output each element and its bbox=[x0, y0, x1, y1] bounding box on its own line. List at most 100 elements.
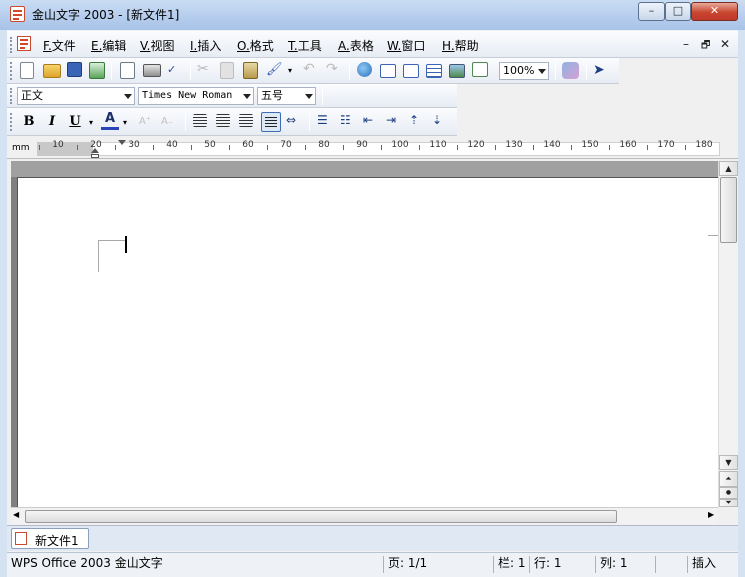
doc-restore-button[interactable]: 🗗 bbox=[701, 38, 710, 55]
hyperlink-icon[interactable] bbox=[357, 62, 372, 77]
previous-page-button[interactable]: ⏶ bbox=[719, 471, 738, 487]
distributed-align-icon[interactable]: ⇔ bbox=[286, 114, 304, 131]
scroll-up-button[interactable]: ▲ bbox=[719, 161, 738, 176]
bullet-list-icon[interactable]: ☰ bbox=[317, 114, 335, 131]
insert-object-icon[interactable] bbox=[472, 62, 488, 77]
next-page-button[interactable]: ⏷ bbox=[719, 499, 738, 507]
close-button[interactable]: ✕ bbox=[691, 2, 738, 21]
open-folder-icon[interactable] bbox=[43, 64, 61, 78]
new-document-icon[interactable] bbox=[20, 62, 34, 79]
insert-table-icon[interactable] bbox=[426, 64, 442, 78]
ruler-tick bbox=[39, 145, 40, 150]
ruler-tick bbox=[495, 145, 496, 150]
doc-minimize-button[interactable]: – bbox=[683, 37, 689, 51]
toolbar-grip[interactable] bbox=[10, 88, 13, 104]
underline-button[interactable]: U bbox=[66, 114, 84, 129]
paste-icon[interactable] bbox=[243, 62, 258, 79]
chevron-down-icon[interactable]: ▾ bbox=[288, 62, 296, 79]
horizontal-scroll-thumb[interactable] bbox=[25, 510, 617, 523]
toolbar-grip[interactable] bbox=[10, 113, 13, 131]
undo-icon[interactable]: ↶ bbox=[303, 62, 321, 79]
scroll-right-button[interactable]: ▶ bbox=[708, 510, 714, 519]
drawing-tools-icon[interactable] bbox=[562, 62, 579, 79]
spell-check-icon[interactable]: ✓ bbox=[167, 62, 185, 79]
justify-button[interactable] bbox=[261, 112, 281, 132]
vertical-scrollbar[interactable]: ▲ ▼ ⏶ ● ⏷ bbox=[718, 161, 738, 507]
align-left-icon[interactable] bbox=[193, 114, 207, 127]
document-icon[interactable] bbox=[17, 36, 31, 51]
justify-icon bbox=[265, 117, 277, 128]
cut-icon[interactable]: ✂ bbox=[197, 62, 215, 79]
menu-format[interactable]: O.格式 bbox=[237, 37, 274, 54]
zoom-select[interactable]: 100% bbox=[499, 62, 549, 80]
menu-bar: F.文件 E.编辑 V.视图 I.插入 O.格式 T.工具 A.表格 W.窗口 … bbox=[7, 31, 738, 58]
paragraph-toolbar: B I U ▾ A ▾ A⁺ A₋ ⇔ ☰ ☷ ⇤ ⇥ ⇡ ⇣ bbox=[7, 108, 457, 136]
print-preview-icon[interactable] bbox=[120, 62, 135, 79]
style-value: 正文 bbox=[21, 89, 43, 102]
increase-indent-icon[interactable]: ⇥ bbox=[386, 114, 404, 131]
title-bar[interactable]: 金山文字 2003 - [新文件1] – □ ✕ bbox=[0, 0, 745, 30]
status-insert-mode[interactable]: 插入 bbox=[687, 556, 738, 573]
numbered-list-icon[interactable]: ☷ bbox=[340, 114, 358, 131]
align-center-icon[interactable] bbox=[216, 114, 230, 127]
decrease-spacing-icon[interactable]: ⇣ bbox=[432, 114, 450, 131]
scroll-down-button[interactable]: ▼ bbox=[719, 455, 738, 470]
separator bbox=[349, 62, 350, 80]
window-title: 金山文字 2003 - [新文件1] bbox=[32, 8, 180, 22]
hanging-indent-marker[interactable] bbox=[91, 154, 99, 158]
scroll-left-button[interactable]: ◀ bbox=[13, 510, 19, 519]
copy-icon[interactable] bbox=[220, 62, 234, 79]
select-pointer-icon[interactable]: ➤ bbox=[593, 62, 611, 79]
menu-edit[interactable]: E.编辑 bbox=[91, 37, 126, 54]
insert-picture-icon[interactable] bbox=[449, 64, 465, 78]
menu-table[interactable]: A.表格 bbox=[338, 37, 374, 54]
ruler-label: 170 bbox=[657, 140, 675, 150]
font-size-value: 五号 bbox=[261, 89, 283, 102]
document-page[interactable] bbox=[17, 177, 719, 507]
increase-spacing-icon[interactable]: ⇡ bbox=[409, 114, 427, 131]
print-icon[interactable] bbox=[143, 64, 161, 77]
first-line-indent-marker[interactable] bbox=[118, 140, 126, 145]
horizontal-scrollbar[interactable]: ◀ ▶ bbox=[11, 507, 718, 524]
decrease-indent-icon[interactable]: ⇤ bbox=[363, 114, 381, 131]
toolbar-grip[interactable] bbox=[10, 62, 13, 80]
subscript-icon[interactable]: A₋ bbox=[161, 115, 179, 132]
toolbar-grip[interactable] bbox=[10, 37, 13, 53]
menu-tools[interactable]: T.工具 bbox=[288, 37, 322, 54]
minimize-button[interactable]: – bbox=[638, 2, 665, 21]
bold-button[interactable]: B bbox=[20, 114, 38, 129]
maximize-button[interactable]: □ bbox=[665, 2, 691, 21]
menu-window[interactable]: W.窗口 bbox=[387, 37, 425, 54]
standard-toolbar: ✓ ✂ 🖌 ▾ ↶ ↷ 100% ➤ bbox=[7, 58, 619, 84]
redo-icon[interactable]: ↷ bbox=[326, 62, 344, 79]
menu-help[interactable]: H.帮助 bbox=[442, 37, 479, 54]
font-select[interactable]: Times New Roman bbox=[138, 87, 254, 105]
style-select[interactable]: 正文 bbox=[17, 87, 135, 105]
text-box-icon[interactable] bbox=[380, 64, 396, 78]
save-all-icon[interactable] bbox=[89, 62, 105, 79]
format-painter-icon[interactable]: 🖌 bbox=[266, 62, 284, 79]
ruler-scale: 10 20 30 40 50 60 70 80 90 100 110 120 130 140 150 160 1… bbox=[7, 139, 738, 159]
superscript-icon[interactable]: A⁺ bbox=[139, 115, 157, 132]
page-top-gap bbox=[11, 161, 718, 177]
align-right-icon[interactable] bbox=[239, 114, 253, 127]
vertical-text-box-icon[interactable] bbox=[403, 64, 419, 78]
font-size-select[interactable]: 五号 bbox=[257, 87, 316, 105]
horizontal-ruler[interactable]: mm 10 20 30 40 50 60 70 80 90 100 110 120 130 140 150 1… bbox=[7, 139, 738, 159]
left-indent-marker[interactable] bbox=[91, 148, 99, 153]
italic-button[interactable]: I bbox=[43, 114, 61, 129]
chevron-down-icon[interactable]: ▾ bbox=[89, 112, 97, 129]
menu-file[interactable]: F.文件 bbox=[43, 37, 76, 54]
status-app-name: WPS Office 2003 金山文字 bbox=[11, 556, 163, 570]
menu-view[interactable]: V.视图 bbox=[140, 37, 175, 54]
save-icon[interactable] bbox=[67, 62, 82, 77]
tab-new-document-1[interactable]: 新文件1 bbox=[11, 528, 89, 549]
chevron-down-icon[interactable]: ▾ bbox=[123, 112, 131, 129]
vertical-scroll-thumb[interactable] bbox=[720, 177, 737, 243]
ruler-tick bbox=[77, 145, 78, 150]
ruler-label: 130 bbox=[505, 140, 523, 150]
status-spacer bbox=[655, 556, 687, 573]
menu-insert[interactable]: I.插入 bbox=[190, 37, 221, 54]
doc-close-button[interactable]: ✕ bbox=[720, 37, 730, 51]
font-color-button[interactable]: A bbox=[101, 111, 119, 130]
